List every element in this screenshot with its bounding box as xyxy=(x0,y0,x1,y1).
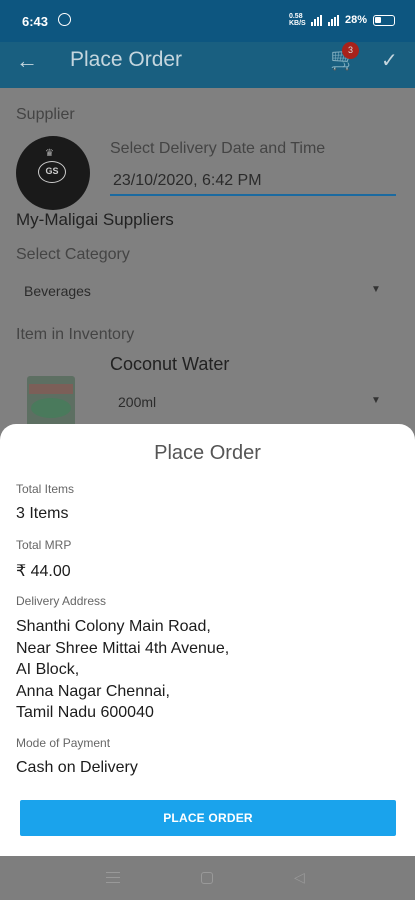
app-bar: ← Place Order 🛒 3 ✓ xyxy=(0,42,415,88)
back-triangle-icon[interactable]: ◁ xyxy=(294,869,305,886)
supplier-label: Supplier xyxy=(16,106,75,123)
signal-icon xyxy=(310,14,322,26)
address-line: Near Shree Mittai 4th Avenue, xyxy=(16,639,230,657)
delivery-date-field[interactable]: 23/10/2020, 6:42 PM xyxy=(110,172,396,196)
whatsapp-icon xyxy=(58,13,71,26)
address-line: Tamil Nadu 600040 xyxy=(16,704,154,721)
payment-mode-value: Cash on Delivery xyxy=(16,759,138,776)
address-line: Shanthi Colony Main Road, xyxy=(16,618,211,635)
payment-mode-label: Mode of Payment xyxy=(16,736,111,750)
total-mrp-label: Total MRP xyxy=(16,538,72,552)
order-form: Supplier ♛ GS Select Delivery Date and T… xyxy=(0,88,415,428)
sheet-title: Place Order xyxy=(154,442,261,464)
status-icons: 0.58 KB/S 28% xyxy=(289,13,395,27)
product-image xyxy=(27,376,75,428)
chevron-down-icon[interactable]: ▼ xyxy=(371,395,381,406)
supplier-logo-text: GS xyxy=(38,161,66,183)
battery-icon xyxy=(373,14,395,26)
crown-icon: ♛ xyxy=(45,148,54,159)
status-bar: 6:43 0.58 KB/S 28% xyxy=(0,0,415,42)
total-mrp-value: ₹ 44.00 xyxy=(16,563,71,580)
total-items-value: 3 Items xyxy=(16,505,69,522)
status-time: 6:43 xyxy=(22,14,49,29)
inventory-label: Item in Inventory xyxy=(16,326,135,343)
supplier-name: My-Maligai Suppliers xyxy=(16,210,174,229)
place-order-sheet: Place Order Total Items 3 Items Total MR… xyxy=(0,424,415,856)
net-speed: 0.58 KB/S xyxy=(288,13,306,27)
delivery-address-label: Delivery Address xyxy=(16,594,107,608)
supplier-logo: ♛ GS xyxy=(16,136,90,210)
address-line: Anna Nagar Chennai, xyxy=(16,682,170,700)
signal-icon-2 xyxy=(327,14,339,26)
delivery-date-label: Select Delivery Date and Time xyxy=(110,140,326,157)
system-nav-bar: ◁ xyxy=(0,856,415,900)
cart-count-badge: 3 xyxy=(342,42,359,59)
product-name: Coconut Water xyxy=(110,354,230,374)
battery-percent: 28% xyxy=(344,14,367,26)
category-label: Select Category xyxy=(16,246,130,263)
place-order-button[interactable]: PLACE ORDER xyxy=(20,800,396,836)
delivery-address: Shanthi Colony Main Road, Near Shree Mit… xyxy=(16,616,229,724)
address-line: AI Block, xyxy=(16,661,80,678)
home-icon[interactable] xyxy=(201,872,213,884)
check-icon[interactable]: ✓ xyxy=(381,48,398,73)
recent-apps-icon[interactable] xyxy=(106,872,120,883)
total-items-label: Total Items xyxy=(16,482,75,496)
chevron-down-icon[interactable]: ▼ xyxy=(371,284,381,295)
size-select[interactable]: 200ml xyxy=(118,394,156,410)
page-title: Place Order xyxy=(70,48,183,71)
category-select[interactable]: Beverages xyxy=(24,283,91,299)
arrow-left-icon[interactable]: ← xyxy=(16,48,38,74)
